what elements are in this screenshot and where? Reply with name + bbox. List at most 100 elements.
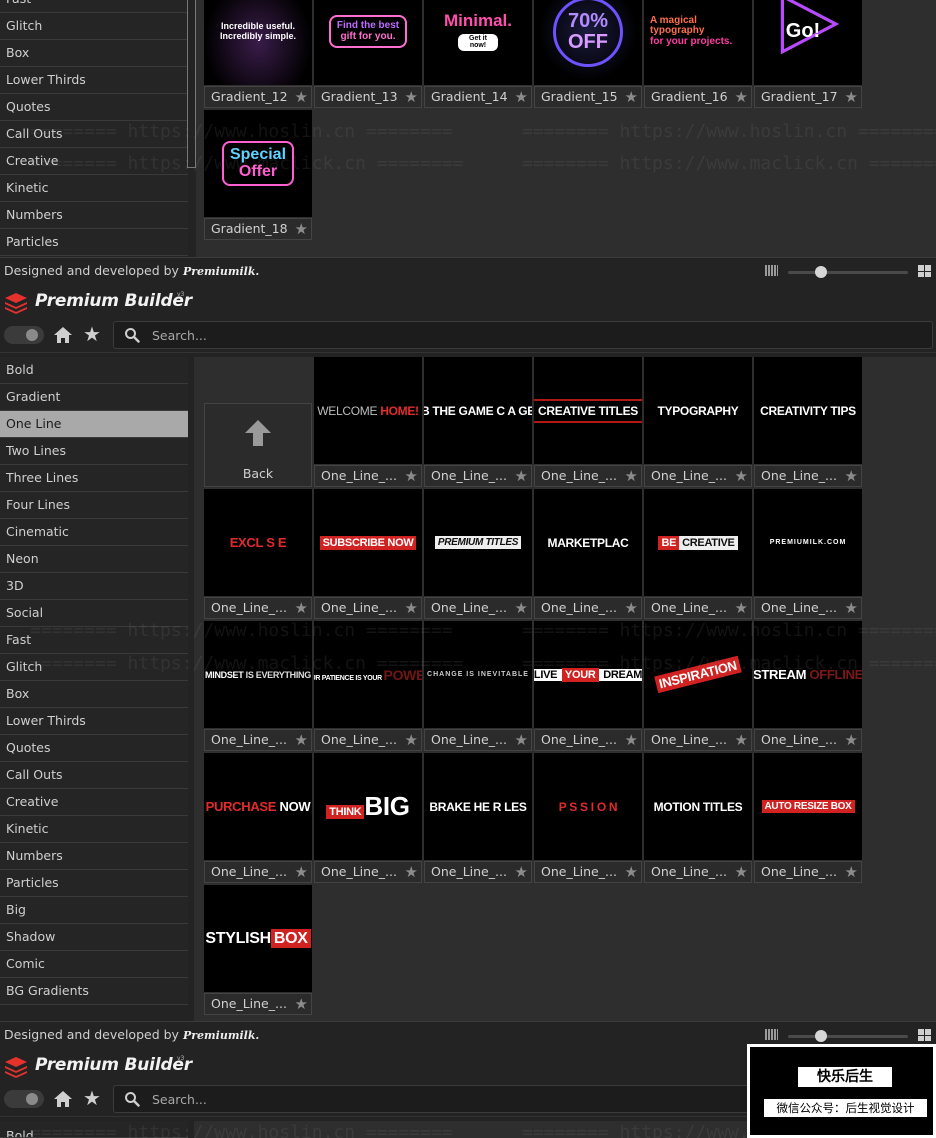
template-tile[interactable]: B THE GAME C A GE One_Line_... ★ <box>424 357 534 488</box>
template-thumbnail[interactable]: SUBSCRIBE NOW <box>314 489 422 596</box>
template-thumbnail[interactable]: PREMIUMILK.COM <box>754 489 862 596</box>
favorite-star-icon[interactable]: ★ <box>405 599 418 617</box>
grid-small-icon[interactable] <box>765 1029 778 1040</box>
template-tile[interactable]: THINK BIG One_Line_... ★ <box>314 753 424 884</box>
sidebar-item[interactable]: Social <box>0 600 188 627</box>
template-tile[interactable]: Special Offer Gradient_18 ★ <box>204 110 314 241</box>
favorite-star-icon[interactable]: ★ <box>405 467 418 485</box>
template-thumbnail[interactable]: MARKETPLAC <box>534 489 642 596</box>
template-thumbnail[interactable]: P S S I O N <box>534 753 642 860</box>
favorite-star-icon[interactable]: ★ <box>405 88 418 106</box>
favorite-star-icon[interactable]: ★ <box>295 599 308 617</box>
template-thumbnail[interactable]: CREATIVITY TIPS <box>754 357 862 464</box>
template-tile[interactable]: EXCL S E One_Line_... ★ <box>204 489 314 620</box>
favorite-star-icon[interactable]: ★ <box>845 731 858 749</box>
template-tile[interactable]: 70% OFF Gradient_15 ★ <box>534 0 644 109</box>
sidebar-item[interactable]: Bold <box>0 1121 188 1138</box>
template-thumbnail[interactable]: YOUR PATIENCE IS YOUR POWER <box>314 621 422 728</box>
thumbnail-size-slider[interactable] <box>788 271 908 274</box>
template-tile[interactable]: BRAKE HE R LES One_Line_... ★ <box>424 753 534 884</box>
template-thumbnail[interactable]: WELCOME HOME! <box>314 357 422 464</box>
sidebar-item[interactable]: Four Lines <box>0 492 188 519</box>
sidebar-item[interactable]: Particles <box>0 229 188 256</box>
favorite-star-icon[interactable]: ★ <box>735 599 748 617</box>
theme-toggle[interactable] <box>4 326 44 344</box>
sidebar-item[interactable]: One Line <box>0 411 188 438</box>
sidebar-item[interactable]: 3D <box>0 573 188 600</box>
sidebar-item[interactable]: Fast <box>0 0 188 13</box>
favorite-star-icon[interactable]: ★ <box>845 467 858 485</box>
favorite-star-icon[interactable]: ★ <box>845 863 858 881</box>
template-tile[interactable]: P S S I O N One_Line_... ★ <box>534 753 644 884</box>
grid-large-icon[interactable] <box>918 1029 931 1041</box>
favorite-star-icon[interactable]: ★ <box>845 88 858 106</box>
template-tile[interactable]: PREMIUMILK.COM One_Line_... ★ <box>754 489 864 620</box>
template-tile[interactable]: PREMIUM TITLES One_Line_... ★ <box>424 489 534 620</box>
template-tile[interactable]: INSPIRATION One_Line_... ★ <box>644 621 754 752</box>
template-thumbnail[interactable]: INSPIRATION <box>644 621 752 728</box>
sidebar-item[interactable]: Kinetic <box>0 175 188 202</box>
favorite-star-icon[interactable]: ★ <box>625 731 638 749</box>
template-tile[interactable]: LIVE YOUR DREAM One_Line_... ★ <box>534 621 644 752</box>
favorite-star-icon[interactable]: ★ <box>625 599 638 617</box>
favorite-star-icon[interactable]: ★ <box>295 731 308 749</box>
template-tile[interactable]: Go! Gradient_17 ★ <box>754 0 864 109</box>
template-thumbnail[interactable]: THINK BIG <box>314 753 422 860</box>
template-tile[interactable]: Find the best gift for you. Gradient_13 ★ <box>314 0 424 109</box>
favorite-star-icon[interactable]: ★ <box>735 88 748 106</box>
sidebar-item[interactable]: Call Outs <box>0 762 188 789</box>
favorite-star-icon[interactable]: ★ <box>295 220 308 238</box>
favorite-star-icon[interactable]: ★ <box>295 88 308 106</box>
favorite-star-icon[interactable]: ★ <box>405 731 418 749</box>
template-thumbnail[interactable]: AUTO RESIZE BOX <box>754 753 862 860</box>
template-thumbnail[interactable]: B THE GAME C A GE <box>424 357 532 464</box>
sidebar-item[interactable]: Kinetic <box>0 816 188 843</box>
template-tile[interactable]: CREATIVE TITLES One_Line_... ★ <box>534 357 644 488</box>
template-tile[interactable]: Incredible useful. Incredibly simple. Grad… <box>204 0 314 109</box>
sidebar-item[interactable]: Shadow <box>0 924 188 951</box>
sidebar-item[interactable]: Neon <box>0 546 188 573</box>
template-thumbnail[interactable]: PREMIUM TITLES <box>424 489 532 596</box>
favorite-star-icon[interactable]: ★ <box>515 599 528 617</box>
favorite-star-icon[interactable]: ★ <box>295 863 308 881</box>
template-thumbnail[interactable]: A magical typography for your projects. <box>644 0 752 85</box>
grid-large-icon[interactable] <box>918 265 931 277</box>
sidebar-item[interactable]: Bold <box>0 357 188 384</box>
template-tile[interactable]: A magical typography for your projects. Gr… <box>644 0 754 109</box>
template-tile[interactable]: STREAM OFFLINE One_Line_... ★ <box>754 621 864 752</box>
slider-knob[interactable] <box>815 266 827 278</box>
favorite-star-icon[interactable]: ★ <box>625 863 638 881</box>
template-thumbnail[interactable]: Find the best gift for you. <box>314 0 422 85</box>
template-thumbnail[interactable]: Minimal. Get it now! <box>424 0 532 85</box>
template-tile[interactable]: PURCHASE NOW One_Line_... ★ <box>204 753 314 884</box>
sidebar-item[interactable]: Box <box>0 40 188 67</box>
sidebar-item[interactable]: Quotes <box>0 94 188 121</box>
favorite-star-icon[interactable]: ★ <box>515 467 528 485</box>
grid-small-icon[interactable] <box>765 265 778 276</box>
sidebar-item[interactable]: Glitch <box>0 13 188 40</box>
sidebar-item[interactable]: Big <box>0 897 188 924</box>
sidebar-item[interactable]: Two Lines <box>0 438 188 465</box>
favorite-star-icon[interactable]: ★ <box>845 599 858 617</box>
sidebar-item[interactable]: Three Lines <box>0 465 188 492</box>
template-tile[interactable]: CREATIVITY TIPS One_Line_... ★ <box>754 357 864 488</box>
sidebar-item[interactable]: Glitch <box>0 654 188 681</box>
favorite-star-icon[interactable]: ★ <box>735 863 748 881</box>
template-thumbnail[interactable]: Go! <box>754 0 862 85</box>
sidebar-item[interactable]: Box <box>0 681 188 708</box>
theme-toggle[interactable] <box>4 1090 44 1108</box>
sidebar-item[interactable]: BG Gradients <box>0 978 188 1005</box>
sidebar-item[interactable]: Creative <box>0 789 188 816</box>
favorites-star-icon[interactable]: ★ <box>83 1088 101 1108</box>
template-tile[interactable]: WELCOME HOME! One_Line_... ★ <box>314 357 424 488</box>
top-sidebar-scrollbar[interactable] <box>187 0 196 168</box>
favorite-star-icon[interactable]: ★ <box>405 863 418 881</box>
template-tile[interactable]: Minimal. Get it now! Gradient_14 ★ <box>424 0 534 109</box>
template-thumbnail[interactable]: STYLISH BOX <box>204 885 312 992</box>
template-tile[interactable]: YOUR PATIENCE IS YOUR POWER One_Line_... ★ <box>314 621 424 752</box>
favorite-star-icon[interactable]: ★ <box>625 88 638 106</box>
favorite-star-icon[interactable]: ★ <box>515 88 528 106</box>
template-tile[interactable]: BE CREATIVE One_Line_... ★ <box>644 489 754 620</box>
template-tile[interactable]: CHANGE IS INEVITABLE One_Line_... ★ <box>424 621 534 752</box>
sidebar-item[interactable]: Quotes <box>0 735 188 762</box>
